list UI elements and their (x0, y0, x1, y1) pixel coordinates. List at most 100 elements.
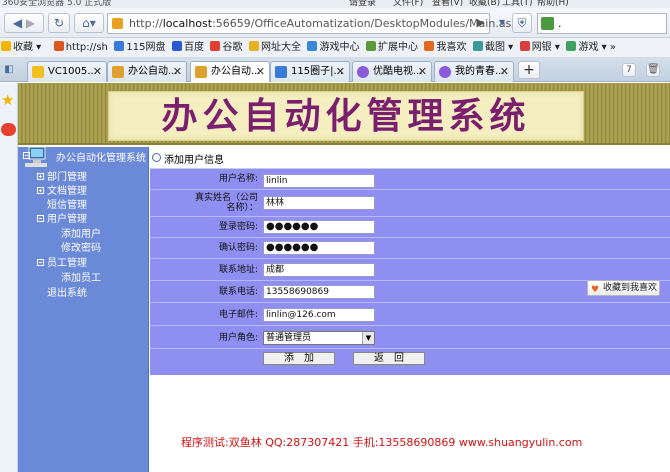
star-icon (1, 41, 11, 51)
menu-label: 文档管理 (47, 186, 87, 197)
tab-label: 我的青春... (455, 66, 505, 77)
search-value: . (558, 17, 562, 30)
password-input[interactable]: ●●●●●● (263, 220, 375, 234)
bookmark-sh[interactable]: http://sh (53, 38, 108, 57)
chevron-down-icon[interactable]: ▼ (362, 332, 374, 344)
menu-dept[interactable]: 部门管理 (37, 171, 87, 184)
bookmark-games[interactable]: 游戏中心 (306, 38, 359, 57)
email-input[interactable]: linlin@126.com (263, 308, 375, 322)
menu-add-user[interactable]: 添加用户 (61, 228, 101, 241)
favorite-label: 收藏到我喜欢 (603, 283, 658, 293)
search-engine-icon[interactable] (541, 17, 554, 30)
close-icon[interactable]: ✕ (500, 62, 509, 81)
home-icon: ⌂▾ (82, 16, 96, 30)
email-label: 电子邮件: (218, 310, 258, 320)
shield-icon[interactable]: ⛨ (512, 13, 532, 33)
bookmark-baidu[interactable]: 百度 (171, 38, 204, 57)
tab-oa-1[interactable]: 办公自动... ✕ (107, 61, 187, 82)
phone-input[interactable]: 13558690869 (263, 285, 375, 299)
menu-users[interactable]: 用户管理 (37, 213, 87, 226)
heart-icon (424, 41, 435, 51)
globe-icon (248, 41, 259, 51)
new-tab-button[interactable]: + (518, 61, 540, 79)
trash-icon[interactable]: 🗑 (646, 63, 660, 77)
back-icon: ◀ (12, 16, 23, 30)
play-icon (357, 66, 369, 78)
collapse-icon[interactable] (37, 259, 44, 266)
menu-favorites[interactable]: 收藏(B) (469, 0, 500, 8)
role-select[interactable]: 普通管理员 ▼ (263, 331, 375, 345)
bank-icon (519, 41, 530, 51)
bookmark-favorites[interactable]: 收藏 ▾ (0, 38, 41, 57)
bookmark-label: 115网盘 (126, 42, 166, 53)
menu-header: 办公自动化管理系统 (56, 153, 146, 164)
menu-view[interactable]: 查看(V) (432, 0, 463, 8)
expand-icon[interactable] (37, 187, 44, 194)
sidebar-toggle-icon[interactable]: ◧ (2, 61, 16, 79)
close-icon[interactable]: ✕ (336, 62, 345, 81)
menu-sms[interactable]: 短信管理 (47, 199, 87, 212)
menu-label: 修改密码 (61, 243, 101, 254)
star-icon[interactable]: ★ (1, 91, 14, 109)
puzzle-icon (365, 41, 376, 51)
tab-oa-2[interactable]: 办公自动... ✕ (190, 61, 270, 82)
navigation-bar: ◀ ▶ ↻ ⌂▾ http://localhost:56659/OfficeAu… (0, 8, 670, 38)
url-prefix: http:// (129, 17, 163, 30)
home-button[interactable]: ⌂▾ (74, 13, 104, 33)
close-icon[interactable]: ✕ (93, 62, 102, 81)
browser-sidebar: ★ (0, 83, 18, 472)
back-forward-button[interactable]: ◀ ▶ (4, 13, 44, 33)
bookmark-extensions[interactable]: 扩展中心 (365, 38, 418, 57)
plus-icon: + (523, 62, 535, 78)
address-url[interactable]: http://localhost:56659/OfficeAutomatizat… (129, 17, 525, 30)
weibo-icon[interactable] (1, 123, 16, 136)
closed-tabs-icon[interactable]: 7 (622, 63, 636, 77)
menu-help[interactable]: 帮助(H) (537, 0, 569, 8)
menu-staff[interactable]: 员工管理 (37, 257, 87, 270)
app-title: 办公自动化管理系统 (161, 95, 531, 137)
expand-icon[interactable] (37, 173, 44, 180)
collapse-icon[interactable] (37, 215, 44, 222)
confirm-password-input[interactable]: ●●●●●● (263, 241, 375, 255)
bookmark-game[interactable]: 游戏 ▾ » (565, 38, 616, 57)
tab-youku[interactable]: 优酷电视... ✕ (352, 61, 432, 82)
bookmark-google[interactable]: 谷歌 (209, 38, 243, 57)
menu-file[interactable]: 文件(F) (393, 0, 423, 8)
address-input[interactable]: 成都 (263, 263, 375, 277)
dropdown-icon[interactable]: ▾ (494, 13, 510, 33)
close-icon[interactable]: ✕ (418, 62, 427, 81)
menu-change-password[interactable]: 修改密码 (61, 242, 101, 255)
menu-docs[interactable]: 文档管理 (37, 185, 87, 198)
bookmark-label: 我喜欢 (436, 42, 467, 53)
bookmark-screenshot[interactable]: 截图 ▾ (472, 38, 513, 57)
tab-label: 优酷电视... (373, 66, 423, 77)
phone-label: 联系电话: (218, 287, 258, 297)
bookmark-label: 谷歌 (222, 42, 243, 53)
go-arrow-icon[interactable]: ▶ (477, 16, 485, 29)
username-input[interactable]: linlin (263, 174, 375, 188)
tab-vc1005[interactable]: VC1005... ✕ (27, 61, 107, 82)
menu-login[interactable]: 请登录 (349, 0, 376, 8)
back-button[interactable]: 返回 (353, 352, 425, 365)
role-label: 用户角色: (218, 333, 258, 343)
search-input[interactable]: . (537, 13, 667, 34)
close-icon[interactable]: ✕ (256, 62, 265, 81)
add-button[interactable]: 添加 (263, 352, 335, 365)
address-bar[interactable]: http://localhost:56659/OfficeAutomatizat… (107, 13, 525, 34)
tab-115[interactable]: 115圈子|... ✕ (270, 61, 350, 82)
bookmark-like[interactable]: 我喜欢 (423, 38, 467, 57)
menu-add-staff[interactable]: 添加员工 (61, 272, 101, 285)
bookmark-115[interactable]: 115网盘 (113, 38, 166, 57)
realname-input[interactable]: 林林 (263, 196, 375, 210)
tab-youth[interactable]: 我的青春... ✕ (434, 61, 514, 82)
section-icon (152, 153, 161, 162)
row-divider (150, 237, 670, 238)
refresh-button[interactable]: ↻ (48, 13, 70, 33)
menu-tools[interactable]: 工具(T) (502, 0, 533, 8)
bookmark-bank[interactable]: 网银 ▾ (519, 38, 560, 57)
close-icon[interactable]: ✕ (173, 62, 182, 81)
tree-collapse-icon[interactable] (23, 150, 33, 163)
add-to-favorites-button[interactable]: ♥ 收藏到我喜欢 (587, 280, 660, 296)
menu-logout[interactable]: 退出系统 (47, 287, 87, 300)
bookmark-sites[interactable]: 网址大全 (248, 38, 301, 57)
